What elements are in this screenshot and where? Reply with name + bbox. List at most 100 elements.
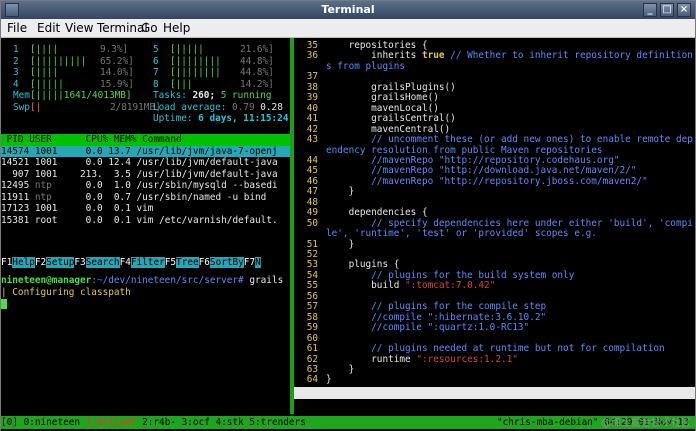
vim-pane[interactable]: 35 repositories {36 inherits true // Whe…: [294, 38, 695, 414]
fkey-label[interactable]: Tree: [176, 257, 199, 268]
code-token: }: [326, 374, 332, 386]
vim-status-pos: 55,30: [615, 398, 644, 410]
terminal-window: Terminal _ □ × File Edit View Terminal G…: [0, 0, 696, 431]
code-token: endency resolution from public Maven rep…: [326, 144, 603, 156]
cpu-number: 2: [13, 55, 30, 67]
tmux-window[interactable]: 0:nineteen: [24, 417, 86, 428]
shell-prompt: nineteen@manager:~/dev/nineteen/src/serv…: [1, 275, 283, 287]
line-number: 43: [306, 134, 318, 146]
tmux-host: "chris-mba-debian": [497, 417, 605, 428]
menu-go[interactable]: Go: [141, 21, 158, 35]
process-row-selected[interactable]: 14574 1001 0.0 13.7 /usr/lib/jvm/java-7-…: [1, 145, 290, 157]
fkey-label[interactable]: Help: [12, 257, 35, 268]
code-token: grailsCentral(): [326, 113, 456, 125]
cpu-bar: [||||||||: [169, 67, 221, 78]
line-number: 50: [306, 217, 318, 229]
tmux-window[interactable]: 4:stk: [216, 417, 250, 428]
code-token: true: [421, 50, 445, 62]
shell-output-text: | Configuring classpath: [1, 286, 131, 298]
process-row[interactable]: 17123 1001 0.0 0.1 vim: [1, 203, 153, 215]
process-row[interactable]: 14521 1001 0.0 12.4 /usr/lib/jvm/default…: [1, 157, 278, 169]
fkey-label[interactable]: Search: [85, 257, 120, 268]
tmux-window[interactable]: 2:r4b-: [142, 417, 182, 428]
uptime-value: 6 days, 11:15:24: [198, 113, 289, 124]
shell-output: | Configuring classpath: [1, 287, 131, 299]
process-command: /usr/sbin/mysqld --basedi: [136, 180, 278, 191]
line-number: 36: [306, 50, 318, 62]
fkey-label[interactable]: Setup: [46, 257, 75, 268]
code-token: ":resources:1.2.1": [416, 353, 518, 365]
cpu-percent: 14.2%]: [239, 78, 274, 90]
minimize-icon[interactable]: _: [643, 3, 657, 17]
close-icon[interactable]: ×: [677, 3, 691, 17]
fkey-label[interactable]: SortBy: [209, 257, 244, 268]
fkey-number[interactable]: F7: [243, 257, 256, 268]
cpu-percent: 65.2%]: [99, 55, 134, 67]
code-token: //mavenRepo "http://repository.codehaus.…: [326, 154, 620, 166]
cpu-meter: 7 [|||||||| 44.8%]: [153, 67, 274, 79]
process-mem: 12.4: [108, 157, 137, 168]
cpu-percent: 15.9%]: [99, 78, 134, 90]
fkey-number[interactable]: F2: [34, 257, 47, 268]
process-row[interactable]: 12495 ntp 0.0 1.0 /usr/sbin/mysqld --bas…: [1, 180, 278, 192]
code-token: inherits: [326, 50, 422, 62]
cpu-meter: 2 [||||||||| 65.2%]: [13, 56, 134, 68]
process-command: vim /etc/varnish/default.: [136, 214, 278, 226]
fkey-label[interactable]: N: [255, 257, 261, 268]
fkey-number[interactable]: F6: [198, 257, 210, 268]
maximize-icon[interactable]: □: [660, 3, 674, 17]
process-pid: 17123: [1, 203, 35, 214]
terminal-cursor: [1, 298, 7, 309]
title-bar[interactable]: Terminal _ □ ×: [1, 1, 695, 19]
tmux-window-active[interactable]: 1:helium*: [86, 417, 142, 428]
cpu-bar: [||||||||: [169, 55, 221, 67]
terminal-area[interactable]: 1 [|||| 9.3%] 5 [||||| 21.6%] 2 [||||||||| 65…: [1, 38, 695, 431]
vim-status-file: <een/src/server/grails-app/conf/BuildCon…: [327, 398, 611, 410]
cpu-percent: 9.3%]: [99, 44, 129, 55]
process-mem: 0.1: [108, 203, 137, 214]
code-line: 64}: [294, 374, 332, 387]
code-token: repositories {: [326, 40, 428, 51]
window-menu-icon[interactable]: [5, 3, 19, 17]
cpu-percent: 44.8%]: [239, 67, 274, 78]
tasks-running: 5 running: [220, 90, 272, 101]
tmux-status-bar: [0] 0:nineteen 1:helium* 2:r4b- 3:ocf 4:…: [1, 416, 695, 429]
cpu-meter: 6 [|||||||| 44.8%]: [153, 56, 274, 68]
code-token: // uncomment these (or add new ones) to …: [326, 134, 693, 146]
code-token: // Whether to inherit repository definit…: [444, 50, 693, 62]
tasks-count: 260;: [192, 90, 221, 101]
menu-file[interactable]: File: [7, 21, 27, 35]
swap-bar: [|: [29, 101, 42, 113]
code-token: // specify dependencies here under eithe…: [326, 217, 693, 229]
menu-help[interactable]: Help: [163, 21, 190, 35]
load-label: Load average:: [153, 101, 233, 113]
code-token: mavenCentral(): [326, 123, 451, 135]
cpu-meter: 8 [||| 14.2%]: [153, 79, 274, 91]
fkey-label[interactable]: Filter: [130, 257, 165, 268]
tmux-window[interactable]: 5:trenders: [249, 417, 311, 428]
process-pid: 11911: [1, 191, 35, 203]
fkey-number[interactable]: F3: [74, 257, 86, 268]
code-token: s from plugins: [326, 60, 406, 72]
fkey-number[interactable]: F4: [119, 257, 131, 268]
cpu-number: 1: [13, 44, 30, 55]
cpu-meter: 5 [||||| 21.6%]: [153, 44, 274, 56]
cpu-bar: [|||||||||: [29, 55, 87, 67]
process-row[interactable]: 11911 ntp 0.0 0.7 /usr/sbin/named -u bin…: [1, 192, 266, 204]
tmux-window[interactable]: 3:ocf: [182, 417, 216, 428]
process-user: 1001: [34, 203, 69, 214]
load-1: 0.79: [232, 101, 261, 113]
fkey-number[interactable]: F5: [164, 257, 177, 268]
menu-edit[interactable]: Edit: [37, 21, 60, 35]
process-row[interactable]: 15381 root 0.0 0.1 vim /etc/varnish/defa…: [1, 215, 278, 227]
cpu-percent: 14.0%]: [99, 67, 134, 78]
process-cpu: 0.0: [68, 203, 109, 214]
process-pid: 907: [1, 168, 35, 180]
process-row[interactable]: 907 1001 213. 3.5 /usr/lib/jvm/default-j…: [1, 168, 277, 181]
menu-view[interactable]: View: [65, 21, 93, 35]
load-info: Load average: 0.79 0.28: [153, 102, 283, 114]
fkey-number[interactable]: F1: [1, 257, 13, 268]
htop-pane[interactable]: 1 [|||| 9.3%] 5 [||||| 21.6%] 2 [||||||||| 65…: [1, 38, 290, 414]
cpu-meter: 4 [||||| 15.9%]: [13, 79, 134, 91]
code-token: }: [326, 186, 355, 198]
